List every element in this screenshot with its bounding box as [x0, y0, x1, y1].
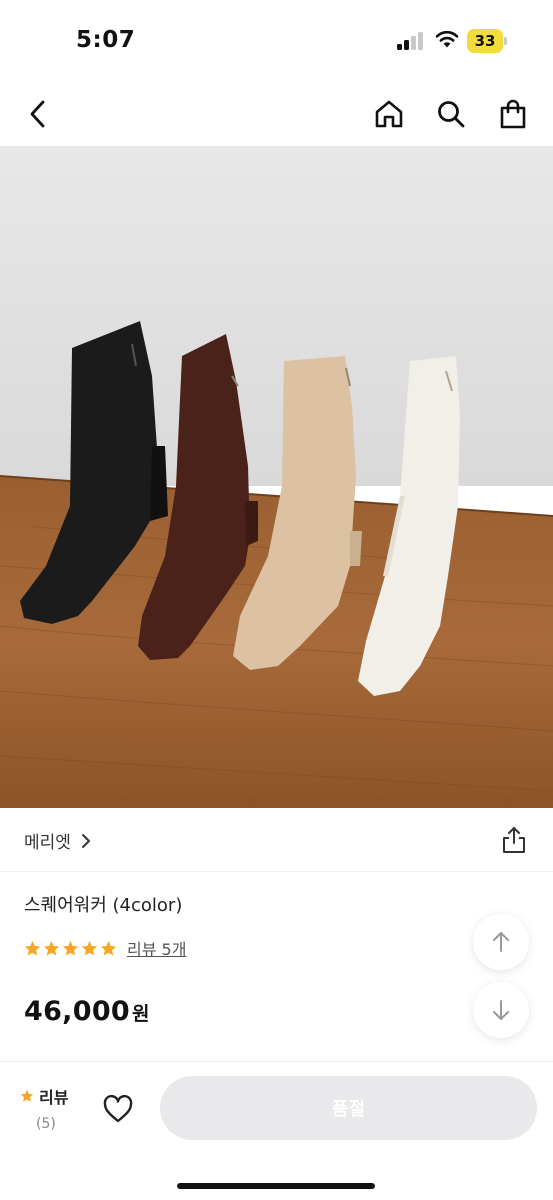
brand-name: 메리엣: [24, 833, 71, 853]
arrow-up-icon: [493, 932, 509, 952]
heart-icon[interactable]: [102, 1094, 134, 1124]
back-button[interactable]: [20, 96, 56, 132]
brand-row: 메리엣: [0, 808, 553, 872]
battery-percent: 33: [474, 32, 496, 50]
price: 46,000 원: [24, 996, 149, 1027]
price-currency: 원: [132, 1003, 150, 1025]
arrow-down-icon: [493, 1000, 509, 1020]
star-icon: [62, 940, 79, 956]
review-link[interactable]: 리뷰 5개: [127, 936, 186, 960]
chevron-right-icon: [81, 833, 90, 848]
search-icon: [438, 101, 465, 128]
status-time: 5:07: [76, 27, 136, 53]
rating-stars: [24, 940, 117, 957]
shopping-bag-icon: [500, 99, 526, 129]
brand-link[interactable]: 메리엣: [24, 828, 91, 853]
status-bar: 5:07 33: [0, 0, 553, 82]
chevron-left-icon: [30, 100, 45, 128]
bottom-bar: 리뷰 (5) 품절: [0, 1061, 553, 1200]
scroll-up-button[interactable]: [473, 914, 529, 970]
star-icon: [100, 940, 117, 956]
price-value: 46,000: [24, 996, 130, 1027]
star-icon: [43, 940, 60, 956]
cart-button[interactable]: [495, 96, 531, 132]
cellular-signal-icon: [397, 32, 425, 50]
product-title: 스퀘어워커 (4color): [24, 895, 183, 916]
review-count: (5): [36, 1116, 56, 1132]
rating-row: 리뷰 5개: [24, 936, 186, 960]
soldout-label: 품절: [331, 1099, 366, 1119]
wifi-icon: [435, 30, 459, 48]
home-indicator: [177, 1183, 375, 1189]
review-summary[interactable]: 리뷰 (5): [20, 1084, 68, 1132]
home-button[interactable]: [371, 96, 407, 132]
nav-bar: [0, 82, 553, 146]
boots-photo: [0, 146, 553, 808]
scroll-down-button[interactable]: [473, 982, 529, 1038]
star-icon: [81, 940, 98, 956]
review-label: 리뷰: [39, 1088, 69, 1107]
star-icon: [20, 1089, 34, 1102]
product-image[interactable]: [0, 146, 553, 808]
soldout-button[interactable]: 품절: [160, 1076, 537, 1140]
share-icon[interactable]: [501, 826, 527, 854]
battery-level: 33: [467, 29, 503, 53]
search-button[interactable]: [433, 96, 469, 132]
star-icon: [24, 940, 41, 956]
battery-icon: 33: [467, 29, 507, 53]
home-icon: [375, 100, 403, 128]
